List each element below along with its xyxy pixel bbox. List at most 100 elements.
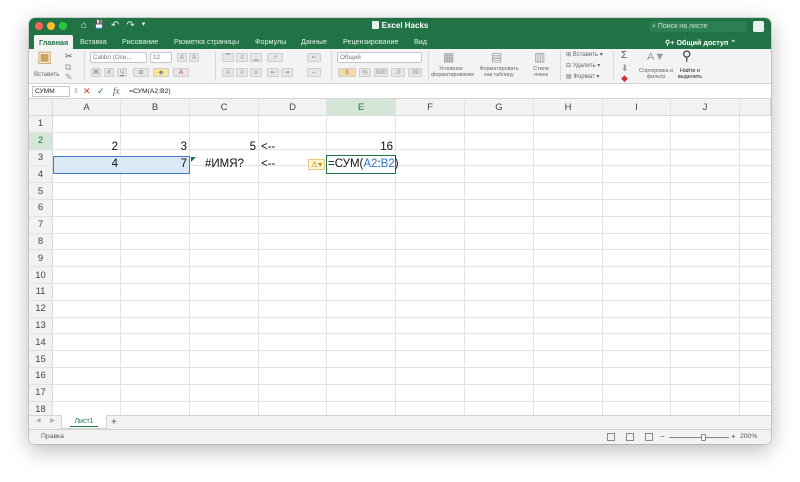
bold-icon[interactable]: Ж [91,68,101,77]
find-select-icon[interactable]: ⚲ [682,49,692,62]
cell-c2[interactable]: #ИМЯ? [190,156,259,173]
cell-c1[interactable]: 5 [190,139,259,156]
home-icon[interactable]: ⌂ [81,20,87,31]
row-header-10[interactable]: 10 [29,267,53,284]
zoom-window-button[interactable] [59,22,67,30]
row-header-3[interactable]: 3 [29,149,53,167]
currency-format-icon[interactable]: $ [338,68,356,77]
font-name-select[interactable]: Calibri (Осн… [90,52,147,63]
thousands-separator-icon[interactable]: 000 [374,68,388,77]
add-sheet-icon[interactable]: + [111,416,117,429]
row-header-13[interactable]: 13 [29,317,53,335]
row-header-16[interactable]: 16 [29,368,53,385]
row-header-1[interactable]: 1 [29,116,53,133]
tab-draw[interactable]: Рисование [122,37,158,46]
align-top-icon[interactable]: ▔ [222,53,234,62]
row-header-12[interactable]: 12 [29,300,53,318]
zoom-slider-track[interactable] [669,437,729,438]
redo-icon[interactable]: ↷ [126,20,134,31]
zoom-slider-handle[interactable] [701,434,706,441]
number-format-select[interactable]: Общий [337,52,422,63]
paste-label[interactable]: Вставить [34,72,59,78]
zoom-in-icon[interactable]: + [731,432,736,441]
increase-decimal-icon[interactable]: .0 [391,68,405,77]
fill-color-icon[interactable]: ◆ [153,68,169,77]
row-header-5[interactable]: 5 [29,183,53,200]
column-header-d[interactable]: D [259,99,327,116]
undo-icon[interactable]: ↶ [111,20,119,31]
indent-increase-icon[interactable]: ⇥ [281,68,293,77]
font-size-select[interactable]: 12 [150,52,172,63]
column-header-e[interactable]: E [327,99,396,116]
cell-b1[interactable]: 3 [121,139,190,156]
cell-a1[interactable]: 2 [53,139,121,156]
merge-center-icon[interactable]: ⇔ [307,68,321,77]
cell-a2[interactable]: 4 [53,156,121,173]
tab-view[interactable]: Вид [414,37,427,46]
cell-styles-label[interactable]: Стили ячеек [526,66,556,78]
row-header-11[interactable]: 11 [29,284,53,301]
find-select-label[interactable]: Найти и выделить [675,68,705,80]
clear-icon[interactable]: ◆ [621,72,628,84]
wrap-text-icon[interactable]: ↵ [307,53,321,62]
row-header-17[interactable]: 17 [29,384,53,402]
tab-review[interactable]: Рецензирование [343,37,399,46]
zoom-out-icon[interactable]: − [660,432,665,441]
collapse-ribbon-icon[interactable]: ⌃ [730,38,736,47]
increase-font-icon[interactable]: A [177,53,187,62]
column-header-h[interactable]: H [534,99,603,116]
row-header-6[interactable]: 6 [29,200,53,217]
close-window-button[interactable] [35,22,43,30]
percent-icon[interactable]: % [359,68,371,77]
align-left-icon[interactable]: ≡ [222,68,234,77]
column-header-g[interactable]: G [465,99,534,116]
align-middle-icon[interactable]: ≡ [236,53,248,62]
autosum-icon[interactable]: Σ [621,50,627,62]
conditional-format-icon[interactable]: ▦ [443,51,454,63]
format-table-icon[interactable]: ▤ [491,51,502,63]
align-bottom-icon[interactable]: ▁ [250,53,262,62]
insert-cells-button[interactable]: ⊞ Вставить ▾ [566,51,603,58]
cell-e1[interactable]: 16 [327,139,396,156]
sheet-tab-list1[interactable]: Лист1 [61,415,107,429]
sort-filter-icon[interactable]: A▼ [647,51,665,63]
font-color-icon[interactable]: A [173,68,189,77]
cell-b2[interactable]: 7 [121,156,190,173]
row-header-18[interactable]: 18 [29,401,53,415]
namebox-dropdown-icon[interactable]: ⇳ [73,86,79,97]
column-header-f[interactable]: F [396,99,465,116]
warning-icon[interactable]: ⚠▾ [308,159,325,170]
decrease-decimal-icon[interactable]: .00 [408,68,422,77]
tab-home[interactable]: Главная [34,35,74,49]
sheet-nav-arrows-icon[interactable]: ◀ ▶ [36,417,59,424]
delete-cells-button[interactable]: ⊟ Удалить ▾ [566,62,600,69]
align-center-icon[interactable]: ≡ [236,68,248,77]
decrease-font-icon[interactable]: A [189,53,199,62]
row-header-9[interactable]: 9 [29,250,53,268]
paste-icon[interactable]: ▣ [37,50,52,66]
row-header-8[interactable]: 8 [29,233,53,251]
select-all-corner[interactable] [29,99,53,116]
page-layout-view-icon[interactable] [626,433,634,441]
cell-d1[interactable]: <-- [259,139,327,156]
normal-view-icon[interactable] [607,433,615,441]
indent-decrease-icon[interactable]: ⇤ [267,68,279,77]
save-icon[interactable]: 💾 [94,20,104,31]
column-header-a[interactable]: A [53,99,121,116]
align-right-icon[interactable]: ≡ [250,68,262,77]
sheet-search-input[interactable]: ⌕ Поиск на листе [649,21,747,32]
row-header-14[interactable]: 14 [29,334,53,352]
share-button[interactable]: ⚲+ Общий доступ ⌃ [665,38,736,47]
name-box[interactable]: СУММ [32,86,70,97]
row-header-15[interactable]: 15 [29,351,53,368]
cell-e2-editor[interactable]: =СУМ(A2:B2) [326,155,399,174]
tab-data[interactable]: Данные [301,37,327,46]
tab-insert[interactable]: Вставка [80,37,107,46]
customize-qat-icon[interactable]: ▾ [142,20,146,31]
minimize-window-button[interactable] [47,22,55,30]
format-cells-button[interactable]: ▤ Формат ▾ [566,73,599,80]
italic-icon[interactable]: К [104,68,114,77]
enter-icon[interactable]: ✓ [97,86,105,97]
underline-icon[interactable]: Ч [117,68,127,77]
tab-formulas[interactable]: Формулы [255,37,286,46]
